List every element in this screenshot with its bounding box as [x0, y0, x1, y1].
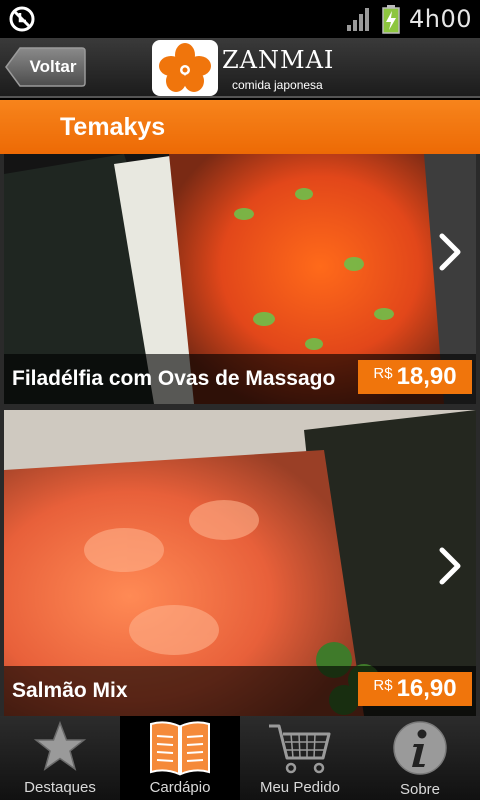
item-name: Salmão Mix	[12, 679, 128, 702]
star-icon	[33, 720, 87, 771]
app-header: Voltar ZANMAI comida japonesa	[0, 38, 480, 98]
tab-sobre[interactable]: Sobre	[360, 716, 480, 800]
product-list: Filadélfia com Ovas de Massago R$ 18,90	[0, 154, 480, 716]
price-badge: R$ 16,90	[358, 672, 472, 706]
tab-label: Cardápio	[149, 779, 211, 796]
list-item[interactable]: Filadélfia com Ovas de Massago R$ 18,90	[4, 154, 476, 404]
chevron-right-icon	[439, 547, 461, 585]
status-bar: 4h00	[0, 0, 480, 38]
currency: R$	[373, 364, 393, 382]
price-value: 18,90	[396, 363, 457, 390]
back-button[interactable]: Voltar	[4, 46, 86, 88]
logo-tagline: comida japonesa	[232, 78, 323, 92]
battery-charging-icon	[382, 5, 400, 34]
tab-cardapio[interactable]: Cardápio	[120, 716, 240, 800]
tab-label: Meu Pedido	[259, 779, 341, 796]
tab-meu-pedido[interactable]: Meu Pedido	[240, 716, 360, 800]
back-button-label: Voltar	[29, 57, 77, 76]
sync-disabled-icon	[9, 6, 35, 32]
item-name: Filadélfia com Ovas de Massago	[12, 367, 336, 390]
price-value: 16,90	[396, 675, 457, 702]
category-title: Temakys	[60, 113, 166, 141]
price-badge: R$ 18,90	[358, 360, 472, 394]
bottom-tab-bar: Destaques Cardápio Meu Pedido Sobre	[0, 716, 480, 800]
info-icon	[393, 721, 447, 775]
cart-icon	[269, 724, 331, 774]
menu-book-icon	[150, 721, 210, 776]
logo-name: ZANMAI	[222, 46, 335, 74]
flower-logo-icon	[152, 40, 218, 96]
chevron-right-icon	[439, 233, 461, 271]
tab-label: Destaques	[24, 779, 96, 796]
logo: ZANMAI comida japonesa	[152, 40, 335, 96]
tab-destaques[interactable]: Destaques	[0, 716, 120, 800]
signal-icon	[346, 8, 369, 31]
tab-label: Sobre	[399, 781, 441, 798]
item-caption: Filadélfia com Ovas de Massago R$ 18,90	[4, 354, 476, 404]
currency: R$	[373, 676, 393, 694]
clock: 4h00	[408, 5, 472, 33]
category-bar: Temakys	[0, 100, 480, 154]
item-caption: Salmão Mix R$ 16,90	[4, 666, 476, 716]
list-item[interactable]: Salmão Mix R$ 16,90	[4, 410, 476, 716]
